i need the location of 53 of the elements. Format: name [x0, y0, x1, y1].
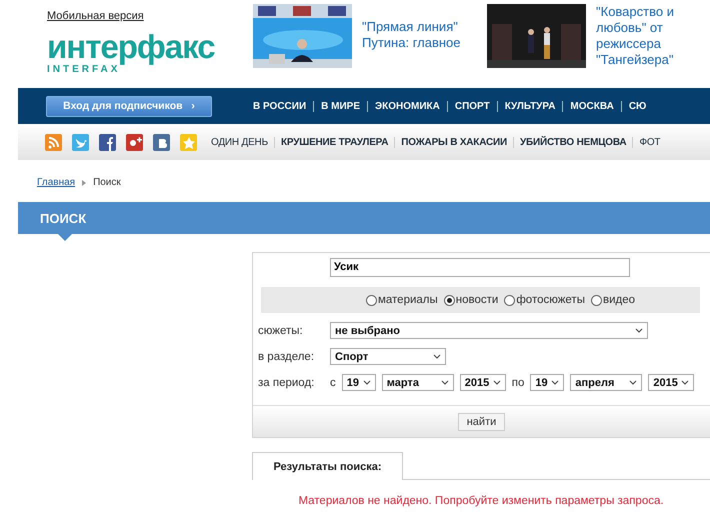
- topic-link[interactable]: ОДИН ДЕНЬ: [205, 136, 274, 148]
- breadcrumb-arrow-icon: [82, 180, 86, 186]
- year-select[interactable]: 2015: [460, 374, 506, 391]
- day-select[interactable]: 19: [342, 374, 376, 391]
- caret-icon: [433, 354, 441, 359]
- logo-subtitle: INTERFAX: [47, 64, 120, 75]
- type-radio[interactable]: новости: [444, 294, 498, 306]
- caret-icon: [629, 380, 638, 385]
- topics-select[interactable]: не выбрано: [330, 322, 648, 339]
- find-button[interactable]: найти: [458, 412, 506, 430]
- promo-link[interactable]: "Прямая линия" Путина: главное: [362, 19, 472, 88]
- type-radio[interactable]: видео: [590, 294, 636, 306]
- nav-link[interactable]: МОСКВА: [562, 100, 621, 112]
- caret-icon: [635, 328, 643, 333]
- search-field[interactable]: Усик: [330, 258, 630, 276]
- nav-link[interactable]: КУЛЬТУРА: [496, 100, 562, 112]
- field-label: за период:: [258, 376, 316, 388]
- nav-link[interactable]: СПОРТ: [446, 100, 497, 112]
- topic-link[interactable]: ПОЖАРЫ В ХАКАСИИ: [394, 136, 513, 148]
- star-icon[interactable]: [180, 134, 197, 150]
- topic-link[interactable]: КРУШЕНИЕ ТРАУЛЕРА: [274, 136, 394, 148]
- facebook-icon[interactable]: [99, 134, 116, 150]
- google-plus-icon[interactable]: [126, 134, 143, 150]
- breadcrumb-link[interactable]: Главная: [37, 177, 76, 188]
- topic-link[interactable]: УБИЙСТВО НЕМЦОВА: [512, 136, 632, 148]
- type-radio[interactable]: фотосюжеты: [504, 294, 585, 306]
- year-select[interactable]: 2015: [648, 374, 694, 391]
- field-label: сюжеты:: [258, 324, 304, 336]
- vk-icon[interactable]: [153, 134, 170, 150]
- breadcrumb-current: Поиск: [93, 177, 121, 188]
- no-results-message: Материалов не найдено. Попробуйте изменить параметры запроса.: [297, 495, 665, 507]
- caret-icon: [492, 380, 501, 385]
- results-tab[interactable]: Результаты поиска:: [252, 452, 403, 480]
- field-label: в разделе:: [258, 350, 316, 362]
- type-radio[interactable]: материалы: [366, 294, 438, 306]
- promo-link[interactable]: "Коварство и любовь" от режиссера "Тангейзера": [596, 4, 687, 88]
- caret-icon: [551, 380, 560, 385]
- section-select[interactable]: Спорт: [330, 348, 446, 365]
- section-title: ПОИСК: [40, 210, 86, 226]
- period-word: с: [330, 376, 336, 388]
- month-select[interactable]: марта: [382, 374, 454, 391]
- topic-link[interactable]: ФОТ: [632, 136, 666, 148]
- nav-link[interactable]: СЮ: [620, 100, 654, 112]
- caret-icon: [362, 380, 371, 385]
- month-select[interactable]: апреля: [570, 374, 642, 391]
- day-select[interactable]: 19: [530, 374, 564, 391]
- caret-icon: [440, 380, 449, 385]
- nav-link[interactable]: В РОССИИ: [246, 100, 314, 112]
- caret-icon: [681, 380, 690, 385]
- period-word: по: [512, 376, 524, 388]
- nav-link[interactable]: В МИРЕ: [313, 100, 367, 112]
- mobile-version-link[interactable]: Мобильная версия: [47, 10, 144, 22]
- nav-link[interactable]: ЭКОНОМИКА: [367, 100, 447, 112]
